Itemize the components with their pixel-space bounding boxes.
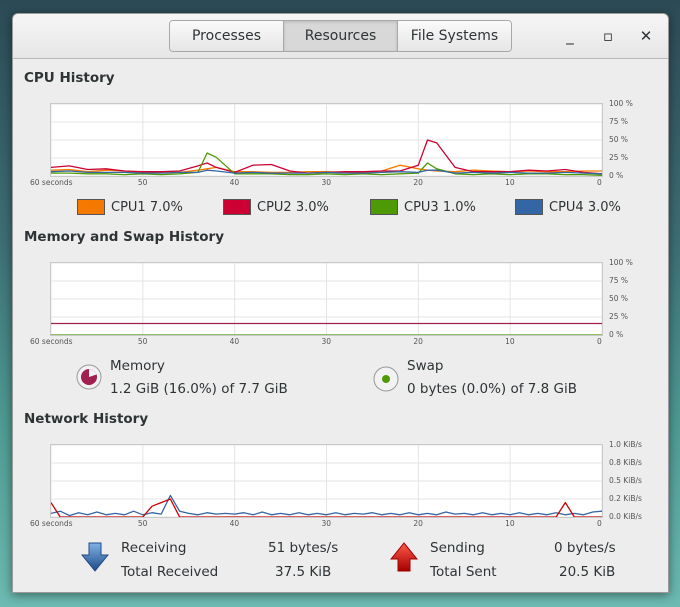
view-switcher: Processes Resources File Systems bbox=[169, 20, 512, 52]
cpu-y-tick: 0 % bbox=[609, 171, 624, 180]
cpu2-label: CPU2 bbox=[257, 199, 292, 215]
memory-y-tick: 100 % bbox=[609, 258, 633, 267]
receiving-value: 51 bytes/s bbox=[268, 540, 339, 556]
cpu-y-tick: 25 % bbox=[609, 153, 629, 162]
cpu-x-tick: 50 bbox=[137, 178, 148, 187]
network-x-tick: 50 bbox=[137, 519, 148, 528]
cpu-x-tick: 10 bbox=[505, 178, 515, 187]
network-history-graph bbox=[50, 444, 603, 518]
cpu4-value: 3.0% bbox=[587, 199, 621, 215]
receiving-arrow-icon[interactable] bbox=[80, 542, 110, 572]
cpu1-legend[interactable]: CPU1 7.0% bbox=[77, 199, 183, 215]
memory-label: Memory bbox=[110, 358, 165, 374]
cpu-x-tick: 60 seconds bbox=[30, 178, 73, 187]
cpu-plot bbox=[51, 104, 602, 176]
sending-label: Sending bbox=[430, 540, 485, 556]
memory-x-tick: 50 bbox=[137, 337, 148, 346]
cpu-y-tick: 75 % bbox=[609, 117, 629, 126]
memory-x-tick: 60 seconds bbox=[30, 337, 73, 346]
memory-x-tick: 40 bbox=[229, 337, 240, 346]
network-y-tick: 1.0 KiB/s bbox=[609, 440, 642, 449]
memory-history-graph bbox=[50, 262, 603, 336]
memory-x-tick: 10 bbox=[505, 337, 515, 346]
memory-y-tick: 0 % bbox=[609, 330, 624, 339]
network-x-tick: 10 bbox=[505, 519, 515, 528]
memory-x-tick: 20 bbox=[413, 337, 423, 346]
memory-value: 1.2 GiB (16.0%) of 7.7 GiB bbox=[110, 381, 288, 397]
memory-y-tick: 75 % bbox=[609, 276, 629, 285]
cpu3-value: 1.0% bbox=[442, 199, 476, 215]
network-history-title: Network History bbox=[24, 411, 149, 427]
memory-y-tick: 25 % bbox=[609, 312, 629, 321]
cpu-history-graph bbox=[50, 103, 603, 177]
minimize-button[interactable]: _ bbox=[558, 24, 582, 48]
network-plot bbox=[51, 445, 602, 517]
close-button[interactable]: ✕ bbox=[634, 24, 658, 48]
cpu3-label: CPU3 bbox=[404, 199, 439, 215]
cpu-x-tick: 0 bbox=[597, 178, 602, 187]
maximize-button[interactable]: ▫ bbox=[596, 24, 620, 48]
total-received-value: 37.5 KiB bbox=[275, 564, 332, 580]
cpu-y-tick: 50 % bbox=[609, 135, 629, 144]
memory-plot bbox=[51, 263, 602, 335]
network-y-tick: 0.0 KiB/s bbox=[609, 512, 642, 521]
network-y-tick: 0.5 KiB/s bbox=[609, 476, 642, 485]
header-bar: Processes Resources File Systems _ ▫ ✕ bbox=[13, 14, 668, 59]
cpu2-value: 3.0% bbox=[295, 199, 329, 215]
memory-y-tick: 50 % bbox=[609, 294, 629, 303]
memory-history-title: Memory and Swap History bbox=[24, 229, 224, 245]
swap-value: 0 bytes (0.0%) of 7.8 GiB bbox=[407, 381, 578, 397]
network-x-tick: 40 bbox=[229, 519, 240, 528]
memory-x-tick: 0 bbox=[597, 337, 602, 346]
memory-x-tick: 30 bbox=[321, 337, 332, 346]
cpu3-color-swatch[interactable] bbox=[370, 199, 398, 215]
swap-pie-icon[interactable] bbox=[373, 366, 399, 392]
cpu-x-tick: 40 bbox=[229, 178, 240, 187]
network-x-tick: 20 bbox=[413, 519, 423, 528]
cpu-x-tick: 30 bbox=[321, 178, 332, 187]
cpu1-value: 7.0% bbox=[149, 199, 183, 215]
receiving-label: Receiving bbox=[121, 540, 187, 556]
total-sent-value: 20.5 KiB bbox=[559, 564, 616, 580]
cpu1-label: CPU1 bbox=[111, 199, 146, 215]
sending-arrow-icon[interactable] bbox=[389, 542, 419, 572]
cpu4-color-swatch[interactable] bbox=[515, 199, 543, 215]
cpu2-color-swatch[interactable] bbox=[223, 199, 251, 215]
tab-processes[interactable]: Processes bbox=[170, 21, 284, 51]
network-x-tick: 60 seconds bbox=[30, 519, 73, 528]
cpu4-label: CPU4 bbox=[549, 199, 584, 215]
network-y-tick: 0.8 KiB/s bbox=[609, 458, 642, 467]
swap-label: Swap bbox=[407, 358, 444, 374]
tab-file-systems[interactable]: File Systems bbox=[398, 21, 511, 51]
cpu4-legend[interactable]: CPU4 3.0% bbox=[515, 199, 621, 215]
memory-pie-icon[interactable] bbox=[76, 364, 102, 390]
total-sent-label: Total Sent bbox=[430, 564, 497, 580]
sending-value: 0 bytes/s bbox=[554, 540, 616, 556]
network-x-tick: 30 bbox=[321, 519, 332, 528]
cpu2-legend[interactable]: CPU2 3.0% bbox=[223, 199, 329, 215]
cpu3-legend[interactable]: CPU3 1.0% bbox=[370, 199, 476, 215]
cpu-y-tick: 100 % bbox=[609, 99, 633, 108]
cpu1-color-swatch[interactable] bbox=[77, 199, 105, 215]
cpu-x-tick: 20 bbox=[413, 178, 423, 187]
system-monitor-window: Processes Resources File Systems _ ▫ ✕ C… bbox=[12, 13, 669, 593]
cpu-history-title: CPU History bbox=[24, 70, 115, 86]
network-x-tick: 0 bbox=[597, 519, 602, 528]
tab-resources[interactable]: Resources bbox=[284, 21, 398, 51]
total-received-label: Total Received bbox=[121, 564, 219, 580]
network-y-tick: 0.2 KiB/s bbox=[609, 494, 642, 503]
